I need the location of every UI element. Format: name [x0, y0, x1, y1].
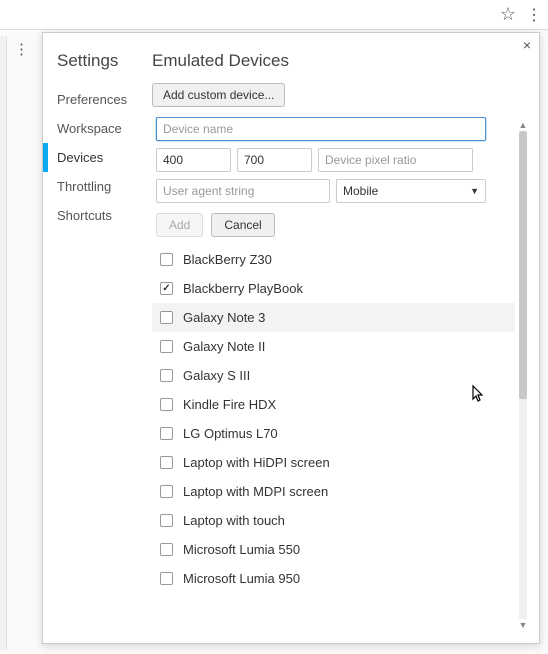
- sidebar-item-devices[interactable]: Devices: [43, 143, 148, 172]
- device-checkbox[interactable]: [160, 485, 173, 498]
- device-checkbox[interactable]: [160, 572, 173, 585]
- device-row[interactable]: Laptop with MDPI screen: [152, 477, 515, 506]
- device-name-input[interactable]: [156, 117, 486, 141]
- device-checkbox[interactable]: [160, 398, 173, 411]
- device-label: Galaxy Note II: [183, 339, 265, 354]
- device-label: Galaxy S III: [183, 368, 250, 383]
- device-row[interactable]: Laptop with touch: [152, 506, 515, 535]
- add-button: Add: [156, 213, 203, 237]
- scroll-up-icon[interactable]: ▲: [517, 119, 529, 131]
- device-width-input[interactable]: [156, 148, 231, 172]
- device-label: Laptop with HiDPI screen: [183, 455, 330, 470]
- device-checkbox[interactable]: [160, 369, 173, 382]
- bookmark-star-icon[interactable]: ☆: [500, 4, 516, 25]
- user-agent-input[interactable]: [156, 179, 330, 203]
- sidebar-item-label: Workspace: [57, 121, 122, 136]
- device-row[interactable]: Microsoft Lumia 950: [152, 564, 515, 593]
- scrollbar-track[interactable]: [519, 131, 527, 619]
- device-row[interactable]: Laptop with HiDPI screen: [152, 448, 515, 477]
- device-checkbox[interactable]: [160, 340, 173, 353]
- device-label: Microsoft Lumia 950: [183, 571, 300, 586]
- device-label: LG Optimus L70: [183, 426, 278, 441]
- device-row[interactable]: LG Optimus L70: [152, 419, 515, 448]
- device-scroll-area: Mobile ▼ Add Cancel BlackBerry Z30 Blackb…: [152, 117, 515, 633]
- device-row[interactable]: BlackBerry Z30: [152, 245, 515, 274]
- device-label: Galaxy Note 3: [183, 310, 265, 325]
- device-label: Kindle Fire HDX: [183, 397, 276, 412]
- settings-panel: × Settings Preferences Workspace Devices…: [42, 32, 540, 644]
- sidebar-item-shortcuts[interactable]: Shortcuts: [43, 201, 148, 230]
- sidebar-item-label: Devices: [57, 150, 103, 165]
- sidebar-item-label: Preferences: [57, 92, 127, 107]
- device-row[interactable]: Blackberry PlayBook: [152, 274, 515, 303]
- device-checkbox[interactable]: [160, 456, 173, 469]
- device-checkbox[interactable]: [160, 253, 173, 266]
- device-label: Laptop with touch: [183, 513, 285, 528]
- device-checkbox[interactable]: [160, 543, 173, 556]
- device-label: Microsoft Lumia 550: [183, 542, 300, 557]
- scrollbar-thumb[interactable]: [519, 131, 527, 399]
- device-pixel-ratio-input[interactable]: [318, 148, 473, 172]
- device-label: Blackberry PlayBook: [183, 281, 303, 296]
- add-custom-device-button[interactable]: Add custom device...: [152, 83, 285, 107]
- device-row[interactable]: Galaxy S III: [152, 361, 515, 390]
- cancel-button[interactable]: Cancel: [211, 213, 274, 237]
- settings-sidebar: Settings Preferences Workspace Devices T…: [43, 33, 148, 643]
- scrollbar[interactable]: ▲ ▼: [517, 119, 529, 631]
- sidebar-item-workspace[interactable]: Workspace: [43, 114, 148, 143]
- device-label: BlackBerry Z30: [183, 252, 272, 267]
- device-label: Laptop with MDPI screen: [183, 484, 328, 499]
- device-row[interactable]: Kindle Fire HDX: [152, 390, 515, 419]
- devtools-shell: ⋮ × Settings Preferences Workspace Devic…: [0, 30, 548, 647]
- device-row[interactable]: Microsoft Lumia 550: [152, 535, 515, 564]
- device-list: BlackBerry Z30 Blackberry PlayBook Galaxy …: [152, 245, 515, 593]
- sidebar-item-label: Throttling: [57, 179, 111, 194]
- chrome-toolbar: ☆ ⋮: [0, 0, 548, 30]
- device-checkbox[interactable]: [160, 427, 173, 440]
- sidebar-item-label: Shortcuts: [57, 208, 112, 223]
- settings-main: Emulated Devices Add custom device...: [148, 33, 539, 643]
- device-row[interactable]: Galaxy Note 3: [152, 303, 515, 332]
- chrome-menu-icon[interactable]: ⋮: [526, 5, 540, 25]
- device-type-select[interactable]: Mobile ▼: [336, 179, 486, 203]
- devtools-menu-icon[interactable]: ⋮: [14, 40, 29, 58]
- sidebar-item-throttling[interactable]: Throttling: [43, 172, 148, 201]
- device-height-input[interactable]: [237, 148, 312, 172]
- device-checkbox[interactable]: [160, 311, 173, 324]
- device-checkbox[interactable]: [160, 282, 173, 295]
- device-row[interactable]: Galaxy Note II: [152, 332, 515, 361]
- scroll-down-icon[interactable]: ▼: [517, 619, 529, 631]
- device-type-value: Mobile: [343, 184, 378, 198]
- custom-device-form: Mobile ▼ Add Cancel: [152, 117, 515, 245]
- chevron-down-icon: ▼: [470, 186, 479, 196]
- sidebar-title: Settings: [43, 51, 148, 85]
- device-checkbox[interactable]: [160, 514, 173, 527]
- device-scroll-wrap: Mobile ▼ Add Cancel BlackBerry Z30 Blackb…: [152, 117, 531, 633]
- sidebar-item-preferences[interactable]: Preferences: [43, 85, 148, 114]
- page-title: Emulated Devices: [148, 51, 531, 71]
